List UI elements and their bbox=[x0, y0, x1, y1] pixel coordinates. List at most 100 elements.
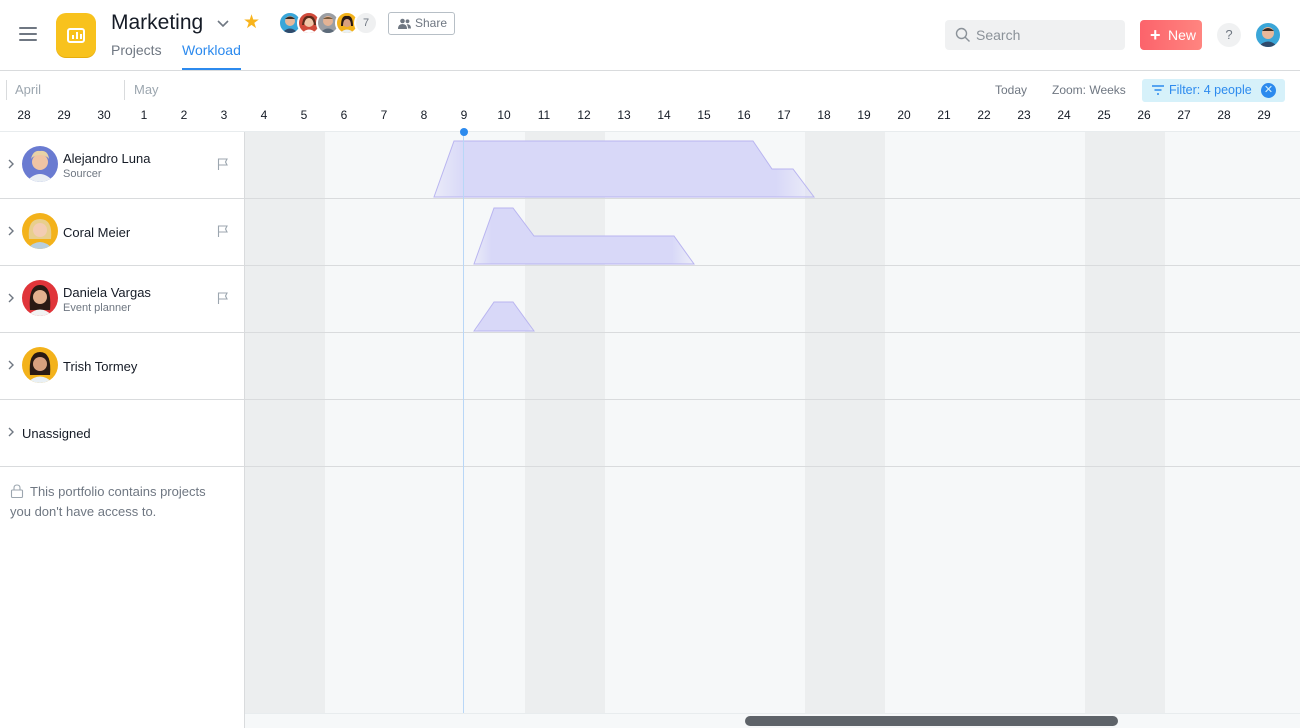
day-label: 7 bbox=[380, 108, 388, 122]
flag-icon[interactable] bbox=[217, 292, 229, 304]
day-label: 8 bbox=[420, 108, 428, 122]
avatar bbox=[22, 146, 58, 182]
flag-icon[interactable] bbox=[217, 225, 229, 237]
chevron-right-icon[interactable] bbox=[7, 360, 15, 370]
filter-chip[interactable]: Filter: 4 people ✕ bbox=[1142, 79, 1285, 102]
user-avatar[interactable] bbox=[1256, 23, 1280, 47]
plus-icon: + bbox=[1150, 25, 1161, 45]
chevron-down-icon[interactable] bbox=[214, 14, 232, 32]
day-label: 30 bbox=[97, 108, 111, 122]
star-icon[interactable]: ★ bbox=[243, 12, 260, 34]
person-row-alejandro[interactable]: Alejandro Luna Sourcer bbox=[0, 132, 245, 199]
search-input[interactable] bbox=[976, 20, 1116, 50]
month-divider bbox=[6, 80, 7, 100]
day-label: 28 bbox=[1217, 108, 1231, 122]
day-label: 17 bbox=[777, 108, 791, 122]
search-icon bbox=[955, 27, 970, 42]
day-label: 6 bbox=[340, 108, 348, 122]
day-label: 3 bbox=[220, 108, 228, 122]
tab-projects[interactable]: Projects bbox=[111, 42, 162, 58]
filter-label: Filter: 4 people bbox=[1169, 83, 1252, 97]
day-label: 15 bbox=[697, 108, 711, 122]
chevron-right-icon[interactable] bbox=[7, 226, 15, 236]
day-label: 16 bbox=[737, 108, 751, 122]
chevron-right-icon[interactable] bbox=[7, 293, 15, 303]
chevron-right-icon[interactable] bbox=[7, 427, 15, 437]
day-label: 4 bbox=[260, 108, 268, 122]
top-bar: Marketing ★ 7 Share Projects Workload Se… bbox=[0, 0, 1300, 71]
close-icon[interactable]: ✕ bbox=[1261, 83, 1276, 98]
horizontal-scrollbar[interactable] bbox=[745, 716, 1118, 726]
workload-grid[interactable] bbox=[245, 132, 1300, 728]
day-label: 29 bbox=[57, 108, 71, 122]
day-labels: 28 29 30 1 2 3 4 5 6 7 8 9 10 11 12 13 14 15 16 17 18 19 20 21 2… bbox=[0, 108, 1300, 130]
menu-icon[interactable] bbox=[19, 27, 37, 41]
workload-bar bbox=[473, 301, 535, 332]
divider bbox=[245, 399, 1300, 400]
day-label: 23 bbox=[1017, 108, 1031, 122]
day-label: 24 bbox=[1057, 108, 1071, 122]
divider bbox=[245, 265, 1300, 266]
person-role: Sourcer bbox=[63, 168, 102, 180]
day-label: 9 bbox=[460, 108, 468, 122]
day-label: 10 bbox=[497, 108, 511, 122]
day-label: 1 bbox=[140, 108, 148, 122]
help-icon[interactable]: ? bbox=[1217, 23, 1241, 47]
day-label: 13 bbox=[617, 108, 631, 122]
day-label: 19 bbox=[857, 108, 871, 122]
chevron-right-icon[interactable] bbox=[7, 159, 15, 169]
people-list: Alejandro Luna Sourcer Coral Meier Danie… bbox=[0, 132, 245, 728]
divider bbox=[245, 198, 1300, 199]
avatar bbox=[22, 347, 58, 383]
day-label: 27 bbox=[1177, 108, 1191, 122]
workload-bar bbox=[473, 207, 695, 265]
zoom-button[interactable]: Zoom: Weeks bbox=[1052, 83, 1126, 97]
chart-icon bbox=[56, 13, 96, 57]
day-label: 29 bbox=[1257, 108, 1271, 122]
new-button[interactable]: + New bbox=[1140, 20, 1202, 50]
day-label: 20 bbox=[897, 108, 911, 122]
person-role: Event planner bbox=[63, 302, 131, 314]
share-label: Share bbox=[415, 16, 448, 30]
person-row-trish[interactable]: Trish Tormey bbox=[0, 333, 245, 400]
flag-icon[interactable] bbox=[217, 158, 229, 170]
person-name: Trish Tormey bbox=[63, 359, 138, 374]
filter-icon bbox=[1152, 85, 1164, 95]
tab-workload[interactable]: Workload bbox=[182, 42, 241, 58]
new-label: New bbox=[1168, 27, 1197, 43]
month-label-april: April bbox=[15, 82, 42, 97]
divider bbox=[245, 466, 1300, 467]
divider bbox=[245, 332, 1300, 333]
search-box[interactable] bbox=[945, 20, 1125, 50]
day-label: 18 bbox=[817, 108, 831, 122]
day-label: 28 bbox=[17, 108, 31, 122]
person-row-coral[interactable]: Coral Meier bbox=[0, 199, 245, 266]
person-row-daniela[interactable]: Daniela Vargas Event planner bbox=[0, 266, 245, 333]
day-label: 14 bbox=[657, 108, 671, 122]
day-label: 25 bbox=[1097, 108, 1111, 122]
workload-bar bbox=[433, 140, 815, 198]
day-label: 2 bbox=[180, 108, 188, 122]
people-icon bbox=[398, 18, 411, 29]
lock-icon bbox=[10, 484, 24, 498]
avatar bbox=[22, 280, 58, 316]
day-label: 22 bbox=[977, 108, 991, 122]
share-button[interactable]: Share bbox=[388, 12, 455, 35]
day-label: 5 bbox=[300, 108, 308, 122]
member-count[interactable]: 7 bbox=[354, 11, 378, 35]
today-button[interactable]: Today bbox=[995, 83, 1027, 97]
unassigned-row[interactable]: Unassigned bbox=[0, 400, 245, 467]
today-line bbox=[463, 132, 464, 716]
today-marker bbox=[460, 128, 468, 136]
day-label: 21 bbox=[937, 108, 951, 122]
access-notice: This portfolio contains projects you don… bbox=[10, 482, 230, 522]
person-name: Coral Meier bbox=[63, 225, 131, 240]
unassigned-label: Unassigned bbox=[22, 426, 91, 441]
notice-text: This portfolio contains projects you don… bbox=[10, 484, 206, 519]
avatar bbox=[22, 213, 58, 249]
day-label: 11 bbox=[537, 108, 551, 122]
month-divider bbox=[124, 80, 125, 100]
person-name: Daniela Vargas bbox=[63, 285, 151, 300]
day-label: 26 bbox=[1137, 108, 1151, 122]
project-title: Marketing bbox=[111, 11, 204, 34]
